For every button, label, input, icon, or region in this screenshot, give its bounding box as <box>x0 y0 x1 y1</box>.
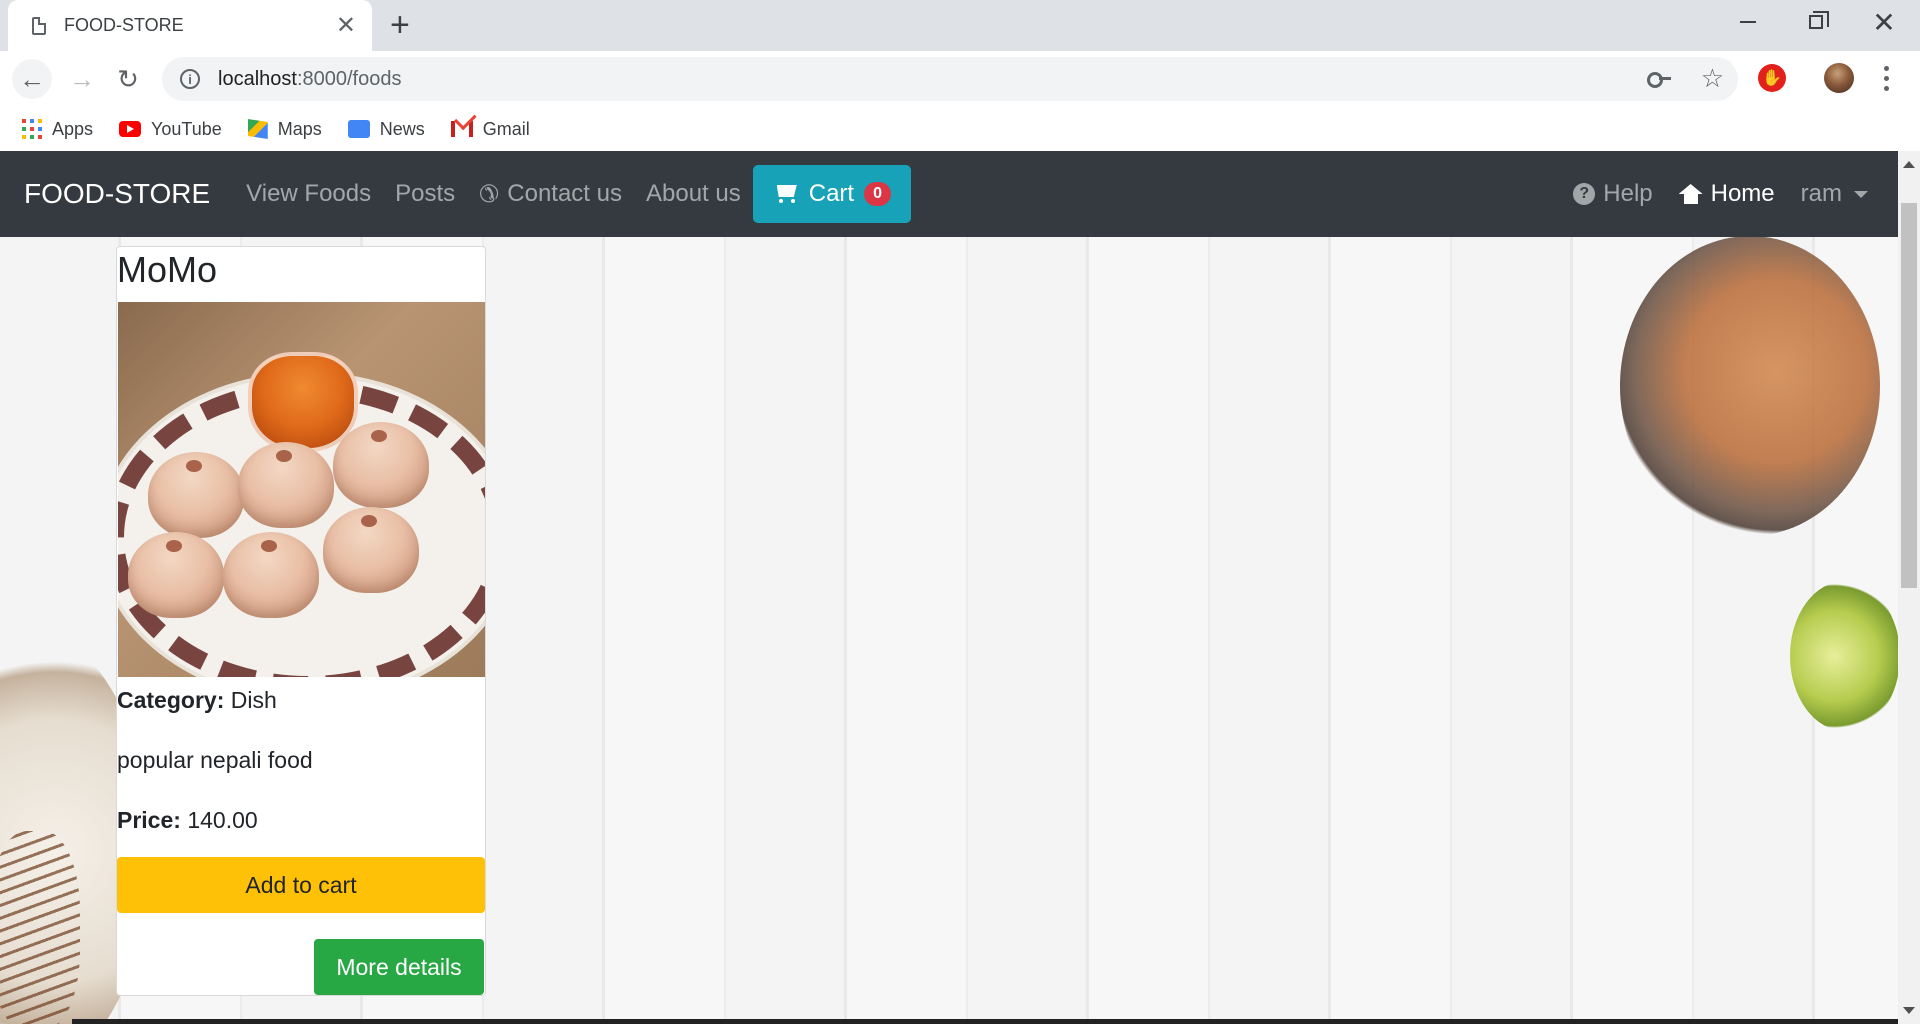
restore-icon <box>1809 11 1829 29</box>
brand-logo[interactable]: FOOD-STORE <box>24 178 210 210</box>
minimize-icon <box>1740 21 1756 23</box>
bookmark-label: Gmail <box>482 118 530 139</box>
url-path: :8000/foods <box>296 67 402 90</box>
chevron-down-icon <box>1854 190 1868 198</box>
question-circle-icon: ? <box>1573 183 1596 205</box>
user-dropdown[interactable]: ram <box>1801 180 1868 208</box>
extension-icon[interactable]: ✋ <box>1758 64 1786 92</box>
bookmark-gmail[interactable]: Gmail <box>450 118 530 140</box>
page-scrollbar[interactable] <box>1898 151 1920 1024</box>
more-details-button[interactable]: More details <box>314 939 484 995</box>
bookmark-news[interactable]: News <box>347 116 425 140</box>
cart-label: Cart <box>808 180 855 207</box>
phone-icon: ✆ <box>479 180 500 208</box>
nav-posts[interactable]: Posts <box>395 180 455 208</box>
shopping-cart-icon <box>773 183 799 205</box>
nav-view-foods[interactable]: View Foods <box>246 180 371 208</box>
sauce-bowl-graphic <box>248 352 358 452</box>
minimize-button[interactable] <box>1714 0 1782 44</box>
background-spice-bowl-image <box>1620 236 1880 536</box>
nav-help[interactable]: ? Help <box>1573 180 1653 208</box>
profile-avatar[interactable] <box>1824 63 1854 93</box>
scroll-up-icon[interactable] <box>1903 161 1915 168</box>
food-price: Price: 140.00 <box>117 807 258 834</box>
youtube-icon <box>119 121 142 137</box>
food-category: Category: Dish <box>117 687 277 714</box>
background-lime-image <box>1790 581 1900 731</box>
bookmark-apps[interactable]: Apps <box>22 119 93 140</box>
scroll-thumb[interactable] <box>1901 203 1917 588</box>
bookmark-label: News <box>379 118 425 139</box>
browser-menu-icon[interactable] <box>1876 61 1896 95</box>
new-tab-button[interactable]: + <box>390 8 410 42</box>
page-icon <box>32 16 46 35</box>
food-name: MoMo <box>117 249 218 290</box>
apps-grid-icon <box>22 119 42 139</box>
browser-toolbar: ← → ↻ i localhost:8000/foods ☆ ✋ <box>0 51 1920 107</box>
nav-contact-label: Contact us <box>507 180 622 207</box>
cart-count-badge: 0 <box>864 182 891 206</box>
news-icon <box>347 116 370 138</box>
nav-home[interactable]: Home <box>1679 180 1775 208</box>
browser-tab-strip: FOOD-STORE ✕ + ✕ <box>0 0 1920 51</box>
add-to-cart-button[interactable]: Add to cart <box>117 857 485 913</box>
restore-button[interactable] <box>1782 0 1850 44</box>
page-viewport: FOOD-STORE View Foods Posts ✆ Contact us… <box>0 151 1920 1024</box>
maps-icon <box>247 119 268 139</box>
bookmark-maps[interactable]: Maps <box>247 118 322 140</box>
tab-title: FOOD-STORE <box>64 15 184 35</box>
nav-contact-us[interactable]: ✆ Contact us <box>479 180 622 209</box>
scroll-down-icon[interactable] <box>1903 1007 1915 1014</box>
forward-button[interactable]: → <box>62 59 102 99</box>
nav-about-us[interactable]: About us <box>646 180 741 208</box>
bookmark-label: Apps <box>52 118 94 139</box>
help-label: Help <box>1603 180 1653 207</box>
address-bar[interactable]: i localhost:8000/foods ☆ <box>162 57 1738 101</box>
home-icon <box>1679 184 1703 204</box>
window-close-button[interactable]: ✕ <box>1850 0 1918 44</box>
site-navbar: FOOD-STORE View Foods Posts ✆ Contact us… <box>0 151 1898 237</box>
bookmark-youtube[interactable]: YouTube <box>119 119 222 140</box>
gmail-icon <box>450 121 473 137</box>
price-label: Price: <box>117 807 181 833</box>
category-label: Category: <box>117 687 225 713</box>
bookmark-star-icon[interactable]: ☆ <box>1701 65 1724 91</box>
food-description: popular nepali food <box>117 747 313 773</box>
food-image <box>118 302 485 677</box>
tab-close-icon[interactable]: ✕ <box>336 13 356 38</box>
price-value: 140.00 <box>187 807 258 833</box>
horizontal-divider <box>72 1019 1898 1024</box>
bookmark-label: Maps <box>277 118 322 139</box>
browser-tab[interactable]: FOOD-STORE ✕ <box>8 0 372 51</box>
bookmark-label: YouTube <box>151 118 222 139</box>
key-icon[interactable] <box>1646 72 1671 88</box>
url-host: localhost <box>218 67 297 90</box>
reload-button[interactable]: ↻ <box>108 59 148 99</box>
category-value: Dish <box>230 687 277 713</box>
food-card: MoMo Category: Dish popular nepali food … <box>116 246 486 996</box>
home-label: Home <box>1710 180 1775 207</box>
info-icon[interactable]: i <box>180 69 200 89</box>
back-button[interactable]: ← <box>12 59 52 99</box>
cart-button[interactable]: Cart 0 <box>752 165 911 223</box>
user-name: ram <box>1800 180 1842 207</box>
bookmarks-bar: Apps YouTube Maps News Gmail <box>0 107 1920 151</box>
